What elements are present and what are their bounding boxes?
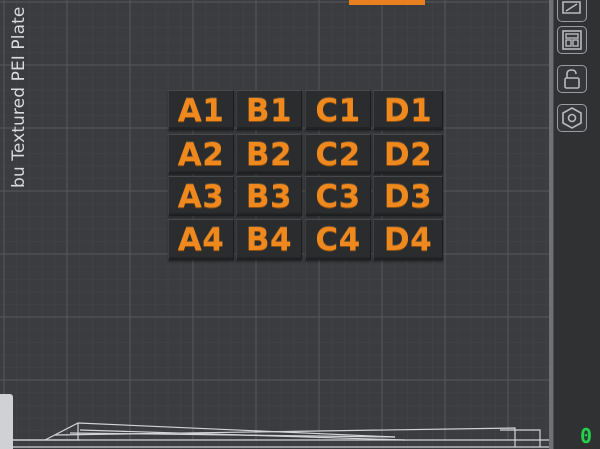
lock-button[interactable]: [557, 65, 587, 93]
object-tile-a2[interactable]: A2: [168, 134, 234, 174]
object-tile-c1[interactable]: C1: [305, 90, 371, 130]
object-tile-a3[interactable]: A3: [168, 176, 234, 216]
3d-viewport[interactable]: bu Textured PEI Plate A1 B1 C1 D1 A2 B2 C2 D2 A3…: [0, 0, 600, 449]
tool-draw-button[interactable]: [557, 0, 587, 22]
object-tile-a4[interactable]: A4: [168, 219, 234, 260]
object-tile-d4[interactable]: D4: [373, 219, 443, 260]
arrange-layout-icon: [562, 30, 582, 50]
object-tile-b2[interactable]: B2: [236, 134, 302, 174]
object-tile-c3[interactable]: C3: [305, 176, 371, 216]
right-toolbar: [553, 0, 600, 449]
status-counter: 0: [580, 424, 593, 448]
lock-icon: [564, 69, 580, 89]
settings-hex-icon: [562, 107, 582, 129]
plate-corner-marker: [0, 394, 13, 449]
object-tile-d1[interactable]: D1: [373, 90, 443, 130]
object-tile-c4[interactable]: C4: [305, 219, 371, 260]
object-tile-c2[interactable]: C2: [305, 134, 371, 174]
tool-draw-icon: [562, 1, 581, 14]
object-tile-array: A1 B1 C1 D1 A2 B2 C2 D2 A3 B3 C3 D3 A4 B4 C4 D4: [165, 90, 447, 260]
plate-name-label: bu Textured PEI Plate: [9, 6, 29, 188]
settings-button[interactable]: [557, 104, 587, 132]
object-tile-b4[interactable]: B4: [236, 219, 302, 260]
top-toolbar-tab[interactable]: [349, 0, 425, 5]
object-tile-d2[interactable]: D2: [373, 134, 443, 174]
object-tile-b3[interactable]: B3: [236, 176, 302, 216]
object-tile-d3[interactable]: D3: [373, 176, 443, 216]
object-tile-b1[interactable]: B1: [236, 90, 302, 130]
arrange-button[interactable]: [557, 26, 587, 54]
object-tile-a1[interactable]: A1: [168, 90, 234, 130]
